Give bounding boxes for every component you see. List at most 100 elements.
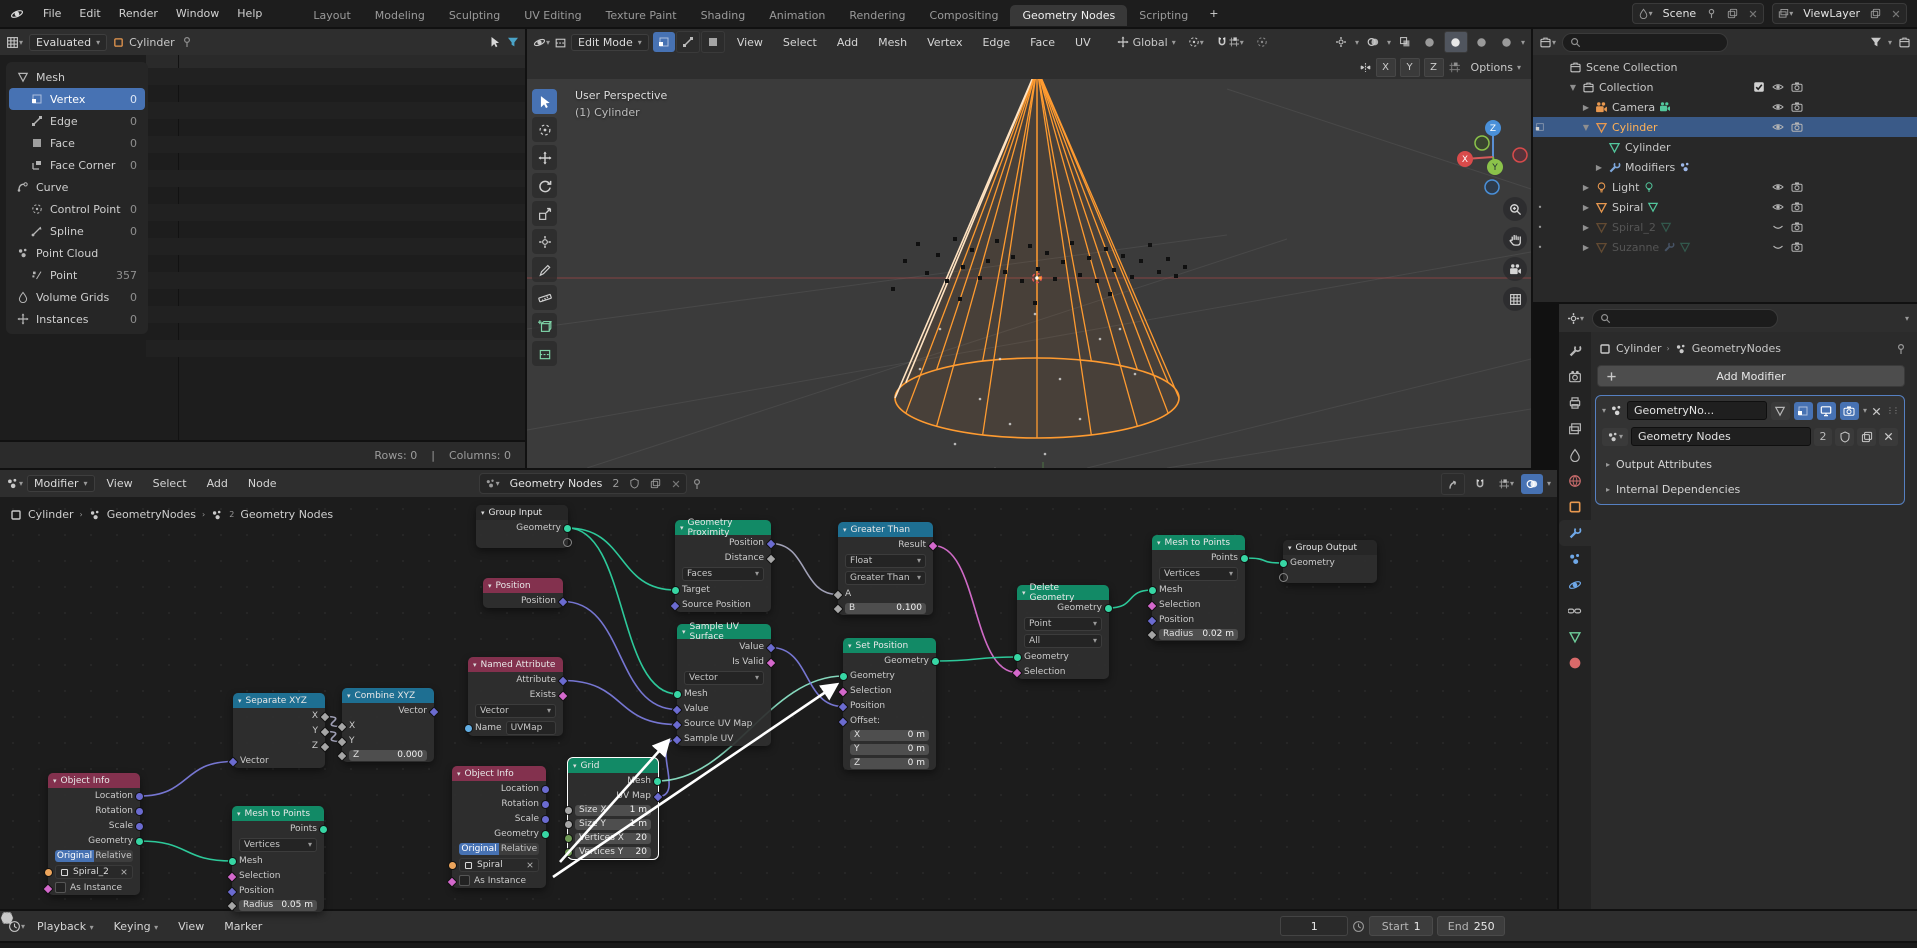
checkbox[interactable] <box>55 882 66 893</box>
node-enum-dropdown[interactable]: Float▾ <box>845 554 926 568</box>
properties-tab-particles[interactable] <box>1559 546 1591 572</box>
node-header[interactable]: ▾Geometry Proximity <box>675 520 771 535</box>
timeline-menu-playback[interactable]: Playback ▾ <box>29 920 102 933</box>
section-output-attributes[interactable]: ▸Output Attributes <box>1606 458 1898 471</box>
node-header[interactable]: ▾Group Input <box>476 505 568 520</box>
socket-geometry[interactable] <box>563 524 572 533</box>
socket-geometry[interactable] <box>1104 604 1113 613</box>
collapse-icon[interactable]: ▾ <box>473 661 477 669</box>
dataset-row-instances[interactable]: Instances0 <box>9 308 145 330</box>
shading-rendered-button[interactable] <box>1496 32 1518 52</box>
node-menu-node[interactable]: Node <box>240 477 285 490</box>
outliner-search-input[interactable] <box>1562 33 1728 52</box>
viewport-canvas[interactable]: User Perspective(1) CylinderZXY <box>527 79 1531 468</box>
tab-uv-editing[interactable]: UV Editing <box>512 5 593 26</box>
node-header[interactable]: ▾Mesh to Points <box>232 806 324 821</box>
node-group-icon-button[interactable]: ▾ <box>1602 428 1628 446</box>
viewport-menu-edge[interactable]: Edge <box>974 36 1018 49</box>
expander[interactable]: ▶ <box>1594 163 1604 172</box>
render-visibility-icon[interactable] <box>1791 221 1803 233</box>
node-group-users[interactable]: 2 <box>607 474 624 493</box>
shading-material-button[interactable] <box>1471 32 1493 52</box>
socket-vertices-y[interactable] <box>564 848 573 857</box>
viewport-menu-uv[interactable]: UV <box>1067 36 1099 49</box>
node-header[interactable]: ▾Position <box>483 578 563 593</box>
node-gp[interactable]: ▾Geometry ProximityPositionDistanceFaces… <box>675 520 771 612</box>
tab-sculpting[interactable]: Sculpting <box>437 5 512 26</box>
tab-geometry-nodes[interactable]: Geometry Nodes <box>1010 5 1127 26</box>
dataset-row-volume-grids[interactable]: Volume Grids0 <box>9 286 145 308</box>
tab-texture-paint[interactable]: Texture Paint <box>594 5 689 26</box>
edge-select-button[interactable] <box>676 31 700 53</box>
current-frame-field[interactable]: 1 <box>1280 916 1348 936</box>
collapse-icon[interactable]: ▾ <box>53 777 57 785</box>
render-visibility-icon[interactable] <box>1791 241 1803 253</box>
socket-target[interactable] <box>671 586 680 595</box>
socket-mesh[interactable] <box>228 857 237 866</box>
visibility-eye-icon[interactable] <box>1772 121 1784 133</box>
collapse-icon[interactable]: ▾ <box>848 642 852 650</box>
socket-object[interactable] <box>448 861 457 870</box>
socket-size-y[interactable] <box>564 820 573 829</box>
outliner-row-camera[interactable]: ▶Camera <box>1533 97 1917 117</box>
outliner-row-suzanne[interactable]: •▶Suzanne <box>1533 237 1917 257</box>
render-visibility-icon[interactable] <box>1791 181 1803 193</box>
render-visibility-icon[interactable] <box>1791 201 1803 213</box>
play-button[interactable] <box>782 917 802 935</box>
socket-object[interactable] <box>44 868 53 877</box>
collapse-icon[interactable]: ▾ <box>573 762 577 770</box>
pin-id-icon[interactable] <box>1895 342 1907 355</box>
node-enum-dropdown[interactable]: Vertices▾ <box>1159 567 1238 581</box>
properties-tab-data[interactable] <box>1559 624 1591 650</box>
collapse-icon[interactable]: ▾ <box>238 697 242 705</box>
new-copy-button[interactable] <box>1857 428 1876 446</box>
copy-icon[interactable] <box>645 474 666 493</box>
node-grid[interactable]: ▾GridMeshUV MapSize X1 mSize Y1 mVertice… <box>568 758 658 859</box>
value-field[interactable]: Z0.000 <box>349 750 427 761</box>
value-field[interactable]: X0 m <box>850 730 929 741</box>
node-snapping-button[interactable] <box>1469 474 1491 494</box>
expander[interactable]: ▼ <box>1568 83 1578 92</box>
node-header[interactable]: ▾Object Info <box>48 773 140 788</box>
socket-mesh[interactable] <box>653 777 662 786</box>
shading-wireframe-button[interactable] <box>1419 32 1441 52</box>
show-overlays-button[interactable] <box>1362 32 1384 52</box>
node-group-name-field[interactable]: Geometry Nodes <box>1631 427 1811 446</box>
value-field[interactable]: Size X1 m <box>575 805 651 816</box>
menu-window[interactable]: Window <box>167 7 228 20</box>
expand-icon[interactable]: ▾ <box>1602 406 1606 415</box>
add-workspace-button[interactable]: + <box>1200 7 1227 20</box>
add-modifier-button[interactable]: Add Modifier <box>1597 365 1905 387</box>
viewport-menu-mesh[interactable]: Mesh <box>870 36 915 49</box>
node-enum-dropdown[interactable]: All▾ <box>1024 634 1102 648</box>
viewport-menu-vertex[interactable]: Vertex <box>919 36 970 49</box>
node-header[interactable]: ▾Delete Geometry <box>1017 585 1109 600</box>
node-enum-dropdown[interactable]: Vector▾ <box>475 704 556 718</box>
outliner-row-spiral[interactable]: •▶Spiral <box>1533 197 1917 217</box>
socket-points[interactable] <box>1240 554 1249 563</box>
socket-geometry[interactable] <box>931 657 940 666</box>
node-header[interactable]: ▾Named Attribute <box>468 657 563 672</box>
dataset-filter-dropdown[interactable]: Evaluated▾ <box>29 34 107 51</box>
spreadsheet-editor-type-button[interactable]: ▾ <box>6 36 23 49</box>
tool-gizmo-button[interactable] <box>532 229 557 254</box>
tool-cursor-button[interactable] <box>532 89 557 114</box>
tool-cubep-button[interactable] <box>532 313 557 338</box>
tool-rot-button[interactable] <box>532 173 557 198</box>
node-header[interactable]: ▾Grid <box>568 758 658 773</box>
properties-tab-output[interactable] <box>1559 390 1591 416</box>
value-field[interactable]: Z0 m <box>850 758 929 769</box>
orientation-dropdown[interactable]: Global▾ <box>1117 36 1176 49</box>
visibility-eye-icon[interactable] <box>1772 181 1784 193</box>
node-header[interactable]: ▾Set Position <box>843 638 936 653</box>
visibility-eye-icon[interactable] <box>1772 81 1784 93</box>
socket-location[interactable] <box>135 792 144 801</box>
node-oil[interactable]: ▾Object InfoLocationRotationScaleGeometr… <box>48 773 140 895</box>
pan-button[interactable] <box>1503 227 1527 251</box>
node-enum-dropdown[interactable]: Vector▾ <box>684 671 764 685</box>
tool-move-button[interactable] <box>532 145 557 170</box>
tab-shading[interactable]: Shading <box>689 5 758 26</box>
socket-name[interactable] <box>464 724 473 733</box>
properties-tab-view-layer[interactable] <box>1559 416 1591 442</box>
tab-scripting[interactable]: Scripting <box>1127 5 1200 26</box>
